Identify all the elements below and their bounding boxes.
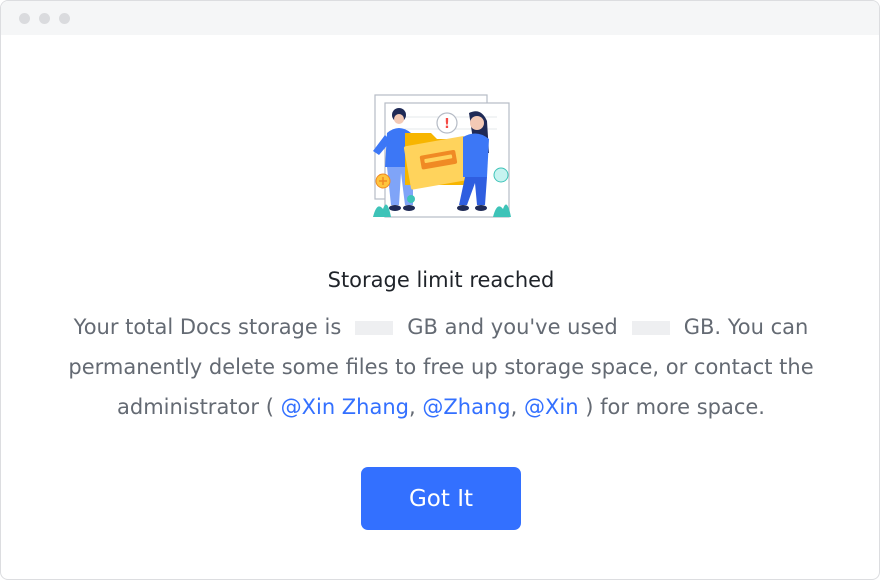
mention-separator: , <box>409 395 416 419</box>
redacted-used-storage <box>631 321 670 335</box>
message-text: Your total Docs storage is <box>73 315 342 339</box>
message-text: ) for more space. <box>585 395 765 419</box>
dialog-message: Your total Docs storage is GB and you've … <box>41 307 841 427</box>
storage-full-illustration-icon: ! <box>373 94 511 218</box>
mention-link[interactable]: @Zhang <box>422 395 510 419</box>
dialog-title: Storage limit reached <box>327 268 555 292</box>
window-dot-icon[interactable] <box>39 13 50 24</box>
svg-text:!: ! <box>444 117 450 132</box>
mention-separator: , <box>510 395 518 419</box>
redacted-total-storage <box>355 321 394 335</box>
dialog-window: ! Storage limit reached Your total Docs … <box>0 0 880 580</box>
mention-link[interactable]: @Xin <box>524 395 579 419</box>
window-dot-icon[interactable] <box>59 13 70 24</box>
message-text: GB and you've used <box>407 315 618 339</box>
got-it-button[interactable]: Got It <box>361 467 521 530</box>
window-dot-icon[interactable] <box>19 13 30 24</box>
mention-link[interactable]: @Xin Zhang <box>281 395 409 419</box>
window-titlebar <box>1 1 879 35</box>
